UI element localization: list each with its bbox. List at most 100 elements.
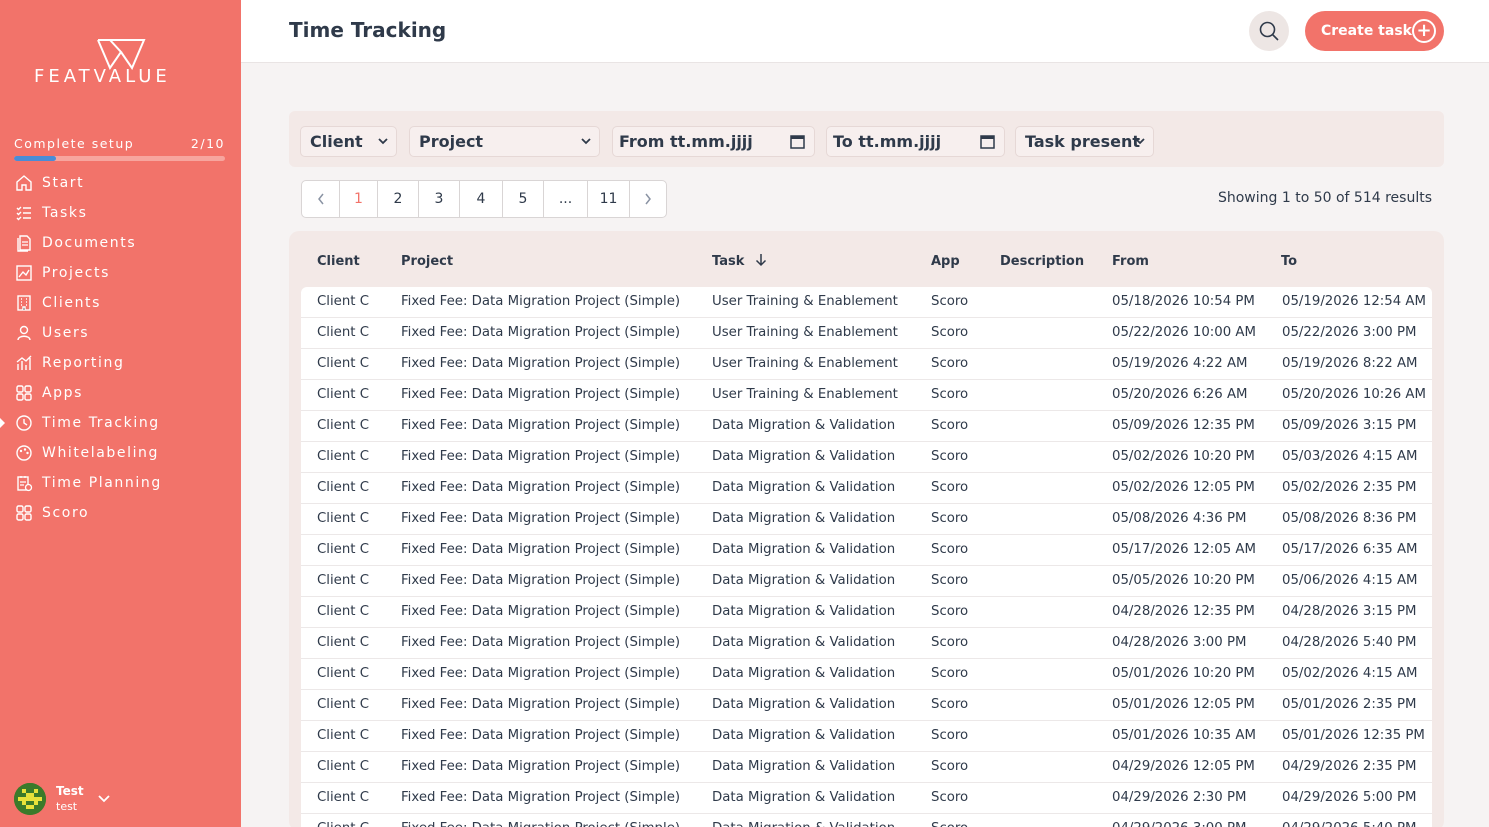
sidebar-item-start[interactable]: Start <box>0 168 241 198</box>
cell-to: 05/01/2026 12:35 PM <box>1282 728 1425 743</box>
sidebar-item-reporting[interactable]: Reporting <box>0 348 241 378</box>
page-button-1[interactable]: 1 <box>340 181 378 217</box>
page-button-2[interactable]: 2 <box>378 181 419 217</box>
table-row[interactable]: Client C Fixed Fee: Data Migration Projec… <box>301 411 1432 442</box>
users-icon <box>17 325 31 341</box>
page-button-11[interactable]: 11 <box>588 181 630 217</box>
cell-to: 05/19/2026 12:54 AM <box>1282 294 1426 309</box>
task-present-value: Task present <box>1025 132 1140 151</box>
cell-task: Data Migration & Validation <box>712 759 896 774</box>
client-filter-select[interactable]: Client <box>300 126 397 157</box>
sidebar-item-scoro[interactable]: Scoro <box>0 498 241 528</box>
from-date-input[interactable]: From tt.mm.jjjj <box>612 126 815 157</box>
table-row[interactable]: Client C Fixed Fee: Data Migration Projec… <box>301 814 1432 827</box>
column-header-project[interactable]: Project <box>401 254 453 269</box>
cell-from: 05/22/2026 10:00 AM <box>1112 325 1256 340</box>
sidebar-item-label: Scoro <box>42 505 90 521</box>
column-header-to[interactable]: To <box>1281 254 1297 269</box>
column-header-task[interactable]: Task <box>712 253 767 269</box>
sidebar-item-time-tracking[interactable]: Time Tracking <box>0 408 241 438</box>
cell-to: 05/09/2026 3:15 PM <box>1282 418 1417 433</box>
page-title: Time Tracking <box>289 18 447 42</box>
cell-to: 05/02/2026 4:15 AM <box>1282 666 1418 681</box>
table-row[interactable]: Client C Fixed Fee: Data Migration Projec… <box>301 566 1432 597</box>
cell-project: Fixed Fee: Data Migration Project (Simpl… <box>401 356 681 371</box>
avatar <box>14 783 46 815</box>
sidebar-item-time-planning[interactable]: Time Planning <box>0 468 241 498</box>
cell-client: Client C <box>317 728 370 743</box>
page-button-3[interactable]: 3 <box>419 181 460 217</box>
cell-from: 04/29/2026 3:00 PM <box>1112 821 1246 827</box>
sidebar-item-users[interactable]: Users <box>0 318 241 348</box>
to-date-value: To tt.mm.jjjj <box>833 132 942 151</box>
pagination-prev-button[interactable] <box>302 181 340 217</box>
sidebar-item-label: Projects <box>42 265 110 281</box>
table-row[interactable]: Client C Fixed Fee: Data Migration Projec… <box>301 442 1432 473</box>
sidebar-item-clients[interactable]: Clients <box>0 288 241 318</box>
column-header-description[interactable]: Description <box>1000 254 1084 269</box>
sidebar-item-whitelabeling[interactable]: Whitelabeling <box>0 438 241 468</box>
table-row[interactable]: Client C Fixed Fee: Data Migration Projec… <box>301 380 1432 411</box>
calendar-icon[interactable] <box>980 134 995 153</box>
search-icon <box>1259 21 1279 41</box>
create-task-button[interactable]: Create task + <box>1305 11 1444 51</box>
cell-client: Client C <box>317 821 369 827</box>
cell-task: Data Migration & Validation <box>712 635 896 650</box>
table-row[interactable]: Client C Fixed Fee: Data Migration Projec… <box>301 690 1432 721</box>
cell-from: 05/19/2026 4:22 AM <box>1112 356 1248 371</box>
column-header-client[interactable]: Client <box>317 254 360 269</box>
page-button-5[interactable]: 5 <box>503 181 544 217</box>
setup-label: Complete setup <box>14 136 135 151</box>
cell-from: 04/28/2026 3:00 PM <box>1112 635 1247 650</box>
pagination-next-button[interactable] <box>630 181 666 217</box>
user-menu[interactable]: Test test <box>14 783 110 815</box>
table-row[interactable]: Client C Fixed Fee: Data Migration Projec… <box>301 783 1432 814</box>
table-row[interactable]: Client C Fixed Fee: Data Migration Projec… <box>301 318 1432 349</box>
task-present-select[interactable]: Task present <box>1015 126 1154 157</box>
cell-from: 05/08/2026 4:36 PM <box>1112 511 1247 526</box>
sidebar-item-label: Apps <box>42 385 84 401</box>
cell-app: Scoro <box>931 418 969 433</box>
column-header-from[interactable]: From <box>1112 254 1149 269</box>
search-button[interactable] <box>1249 11 1289 51</box>
project-filter-value: Project <box>419 132 484 151</box>
page-button-4[interactable]: 4 <box>460 181 503 217</box>
cell-app: Scoro <box>931 387 969 402</box>
table-row[interactable]: Client C Fixed Fee: Data Migration Projec… <box>301 473 1432 504</box>
cell-project: Fixed Fee: Data Migration Project (Simpl… <box>401 697 681 712</box>
column-header-app[interactable]: App <box>931 254 960 269</box>
cell-client: Client C <box>317 480 370 495</box>
logo[interactable]: FEATVALUE <box>34 38 214 90</box>
table-row[interactable]: Client C Fixed Fee: Data Migration Projec… <box>301 349 1432 380</box>
reporting-icon <box>16 355 32 370</box>
table-row[interactable]: Client C Fixed Fee: Data Migration Projec… <box>301 287 1432 318</box>
table-header: Client Project Task App Description From… <box>289 231 1444 287</box>
table-row[interactable]: Client C Fixed Fee: Data Migration Projec… <box>301 721 1432 752</box>
home-icon <box>16 175 32 191</box>
cell-client: Client C <box>317 511 370 526</box>
table-row[interactable]: Client C Fixed Fee: Data Migration Projec… <box>301 628 1432 659</box>
table-row[interactable]: Client C Fixed Fee: Data Migration Projec… <box>301 659 1432 690</box>
table-row[interactable]: Client C Fixed Fee: Data Migration Projec… <box>301 504 1432 535</box>
chevron-down-icon[interactable] <box>97 792 110 806</box>
chevron-down-icon <box>581 135 591 148</box>
sidebar-item-projects[interactable]: Projects <box>0 258 241 288</box>
table-row[interactable]: Client C Fixed Fee: Data Migration Projec… <box>301 535 1432 566</box>
cell-task: User Training & Enablement <box>712 356 898 371</box>
sidebar-item-documents[interactable]: Documents <box>0 228 241 258</box>
project-filter-select[interactable]: Project <box>409 126 600 157</box>
cell-from: 05/20/2026 6:26 AM <box>1112 387 1248 402</box>
table-row[interactable]: Client C Fixed Fee: Data Migration Projec… <box>301 752 1432 783</box>
table-row[interactable]: Client C Fixed Fee: Data Migration Projec… <box>301 597 1432 628</box>
cell-client: Client C <box>317 356 370 371</box>
calendar-icon[interactable] <box>790 134 805 153</box>
cell-task: Data Migration & Validation <box>712 511 896 526</box>
setup-progress[interactable]: Complete setup 2/10 <box>14 136 225 161</box>
to-date-input[interactable]: To tt.mm.jjjj <box>826 126 1005 157</box>
cell-app: Scoro <box>931 294 969 309</box>
sidebar-item-tasks[interactable]: Tasks <box>0 198 241 228</box>
sidebar-item-apps[interactable]: Apps <box>0 378 241 408</box>
whitelabel-icon <box>16 445 32 461</box>
cell-project: Fixed Fee: Data Migration Project (Simpl… <box>401 604 681 619</box>
cell-to: 05/01/2026 2:35 PM <box>1282 697 1417 712</box>
